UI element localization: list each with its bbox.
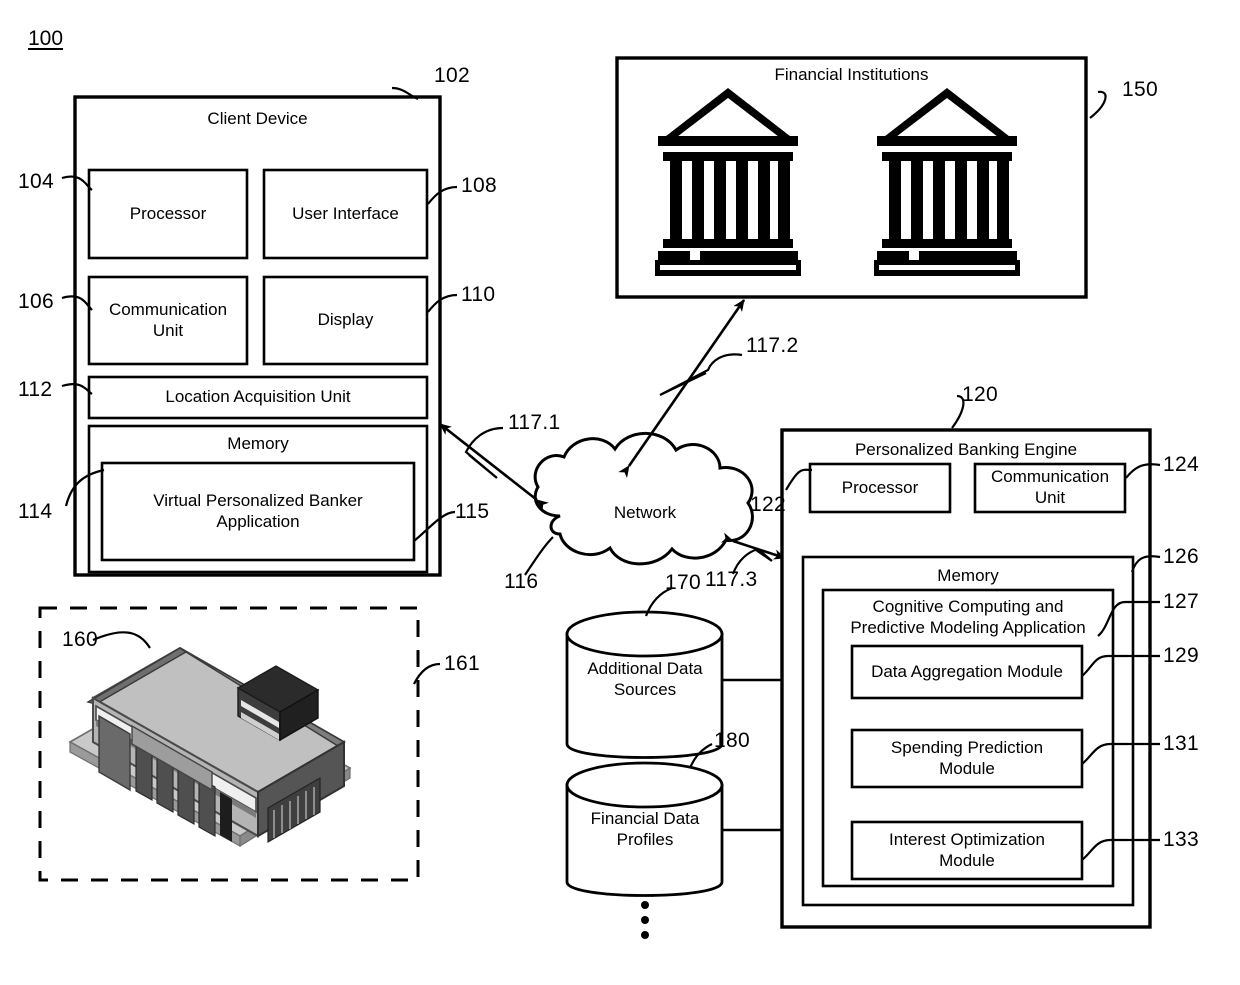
figure-number: 100 (28, 27, 64, 50)
spending-prediction-module-label: Spending Prediction Module (890, 737, 1044, 778)
ref-161: 161 (444, 652, 480, 675)
network-cloud (533, 431, 754, 566)
vertical-ellipsis-icon (641, 901, 649, 939)
ref-131: 131 (1163, 732, 1199, 755)
display-label: Display (317, 310, 374, 330)
ref-104: 104 (18, 170, 54, 193)
virtual-personalized-banker-application-label: Virtual Personalized Banker Application (153, 490, 363, 531)
ref-129: 129 (1163, 644, 1199, 667)
communication-unit-label: Communication Unit (108, 299, 228, 340)
client-memory-label: Memory (227, 433, 289, 453)
ref-160: 160 (62, 628, 98, 651)
client-device-title: Client Device (207, 108, 308, 128)
financial-institutions-title: Financial Institutions (774, 64, 929, 84)
ref-114: 114 (18, 500, 53, 523)
ref-110: 110 (461, 283, 496, 306)
ref-133: 133 (1163, 828, 1199, 851)
link-117-2-label: 117.2 (746, 334, 799, 357)
ref-112: 112 (18, 378, 53, 401)
interest-optimization-module-label: Interest Optimization Module (889, 829, 1045, 870)
ref-115: 115 (455, 500, 490, 523)
engine-memory-label: Memory (937, 565, 999, 585)
ref-180: 180 (714, 729, 750, 752)
link-117-3-label: 117.3 (705, 568, 758, 591)
ref-126: 126 (1163, 545, 1199, 568)
ref-127: 127 (1163, 590, 1199, 613)
ref-102: 102 (434, 64, 470, 87)
network-label: Network (613, 502, 677, 522)
link-117-1-label: 117.1 (508, 411, 561, 434)
data-aggregation-module-label: Data Aggregation Module (871, 661, 1063, 681)
cognitive-computing-application-label: Cognitive Computing and Predictive Model… (850, 597, 1086, 637)
link-117-1-arrow (439, 422, 549, 511)
ref-108: 108 (461, 174, 497, 197)
leader-150 (1089, 90, 1107, 119)
ref-116: 116 (504, 570, 539, 593)
ref-124: 124 (1163, 453, 1199, 476)
patent-figure-canvas: 100 Client Device Processor User Interfa… (0, 0, 1240, 985)
ref-150: 150 (1122, 78, 1158, 101)
ref-106: 106 (18, 290, 54, 313)
engine-processor-label: Processor (841, 477, 919, 497)
ref-170: 170 (665, 571, 701, 594)
user-interface-label: User Interface (292, 203, 399, 223)
location-acquisition-unit-label: Location Acquisition Unit (165, 387, 351, 407)
ref-120: 120 (962, 383, 998, 406)
processor-label: Processor (129, 203, 207, 223)
financial-data-profiles-label: Financial Data Profiles (590, 809, 700, 849)
engine-communication-unit-label: Communication Unit (990, 467, 1110, 507)
additional-data-sources-label: Additional Data Sources (587, 659, 703, 699)
personalized-banking-engine-title: Personalized Banking Engine (854, 439, 1078, 459)
ref-122: 122 (750, 493, 786, 516)
